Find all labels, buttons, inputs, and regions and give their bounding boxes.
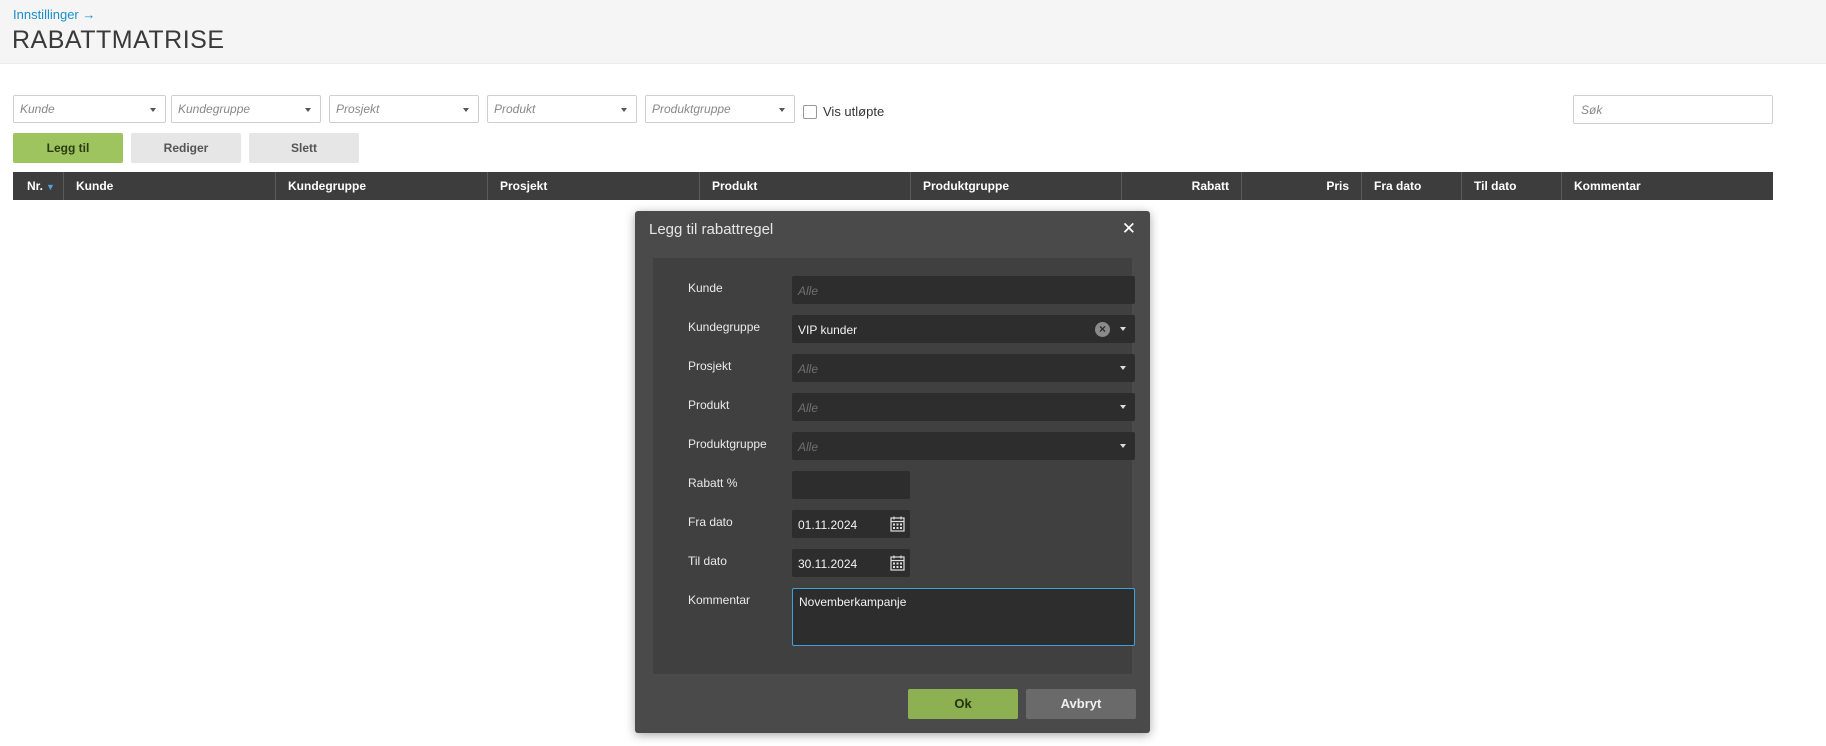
to-date-label: Til dato bbox=[688, 554, 727, 568]
chevron-down-icon[interactable] bbox=[1120, 366, 1126, 370]
product-group-filter-placeholder: Produktgruppe bbox=[652, 102, 731, 116]
clear-icon[interactable]: × bbox=[1095, 322, 1110, 337]
comment-value: Novemberkampanje bbox=[799, 595, 907, 609]
product-filter[interactable]: Produkt bbox=[487, 95, 637, 123]
from-date-value: 01.11.2024 bbox=[798, 518, 858, 532]
column-header-customer[interactable]: Kunde bbox=[64, 172, 276, 200]
chevron-down-icon bbox=[305, 108, 311, 112]
add-button[interactable]: Legg til bbox=[13, 133, 123, 163]
table-header: Nr. ▼ Kunde Kundegruppe Prosjekt Produkt … bbox=[13, 172, 1773, 200]
product-select[interactable]: Alle bbox=[792, 393, 1135, 421]
project-label: Prosjekt bbox=[688, 359, 732, 373]
cancel-button[interactable]: Avbryt bbox=[1026, 689, 1136, 719]
customer-group-select[interactable]: VIP kunder × bbox=[792, 315, 1135, 343]
column-header-discount[interactable]: Rabatt bbox=[1122, 172, 1242, 200]
comment-textarea[interactable]: Novemberkampanje bbox=[792, 588, 1135, 646]
project-filter-placeholder: Prosjekt bbox=[336, 102, 380, 116]
chevron-down-icon[interactable] bbox=[1120, 327, 1126, 331]
page-header: Innstillinger → RABATTMATRISE bbox=[0, 0, 1826, 64]
customer-field[interactable]: Alle bbox=[792, 276, 1135, 304]
breadcrumb-link[interactable]: Innstillinger → bbox=[13, 7, 95, 22]
discount-label: Rabatt % bbox=[688, 476, 738, 490]
customer-label: Kunde bbox=[688, 281, 723, 295]
project-select[interactable]: Alle bbox=[792, 354, 1135, 382]
chevron-down-icon bbox=[463, 108, 469, 112]
dialog-form: Kunde Alle Kundegruppe VIP kunder × Pros… bbox=[653, 258, 1135, 674]
chevron-down-icon[interactable] bbox=[1120, 444, 1126, 448]
delete-button[interactable]: Slett bbox=[249, 133, 359, 163]
project-select-placeholder: Alle bbox=[798, 362, 819, 376]
product-label: Produkt bbox=[688, 398, 730, 412]
search-input[interactable]: Søk bbox=[1573, 95, 1773, 124]
column-header-nr[interactable]: Nr. ▼ bbox=[13, 172, 64, 200]
column-header-price[interactable]: Pris bbox=[1242, 172, 1362, 200]
product-filter-placeholder: Produkt bbox=[494, 102, 536, 116]
customer-field-placeholder: Alle bbox=[798, 284, 819, 298]
comment-label: Kommentar bbox=[688, 593, 751, 607]
edit-button[interactable]: Rediger bbox=[131, 133, 241, 163]
product-select-placeholder: Alle bbox=[798, 401, 819, 415]
dialog-title: Legg til rabattregel bbox=[649, 221, 774, 238]
customer-group-value: VIP kunder bbox=[798, 323, 858, 337]
product-group-filter[interactable]: Produktgruppe bbox=[645, 95, 795, 123]
product-group-select[interactable]: Alle bbox=[792, 432, 1135, 460]
chevron-down-icon[interactable] bbox=[1120, 405, 1126, 409]
discount-input[interactable] bbox=[792, 471, 910, 499]
from-date-label: Fra dato bbox=[688, 515, 733, 529]
column-header-customer-group[interactable]: Kundegruppe bbox=[276, 172, 488, 200]
column-header-from-date[interactable]: Fra dato bbox=[1362, 172, 1462, 200]
product-group-label: Produktgruppe bbox=[688, 437, 767, 451]
from-date-input[interactable]: 01.11.2024 bbox=[792, 510, 910, 538]
to-date-value: 30.11.2024 bbox=[798, 557, 858, 571]
column-header-comment[interactable]: Kommentar bbox=[1562, 172, 1773, 200]
chevron-down-icon bbox=[621, 108, 627, 112]
chevron-down-icon bbox=[779, 108, 785, 112]
show-expired-label[interactable]: Vis utløpte bbox=[823, 104, 884, 119]
calendar-icon[interactable] bbox=[890, 516, 905, 532]
page-title: RABATTMATRISE bbox=[12, 26, 225, 54]
ok-button[interactable]: Ok bbox=[908, 689, 1018, 719]
product-group-select-placeholder: Alle bbox=[798, 440, 819, 454]
column-header-product-group[interactable]: Produktgruppe bbox=[911, 172, 1122, 200]
column-header-to-date[interactable]: Til dato bbox=[1462, 172, 1562, 200]
add-discount-rule-dialog: Legg til rabattregel ✕ Kunde Alle Kundeg… bbox=[635, 211, 1150, 733]
customer-group-label: Kundegruppe bbox=[688, 320, 761, 334]
customer-group-filter[interactable]: Kundegruppe bbox=[171, 95, 321, 123]
chevron-down-icon bbox=[150, 108, 156, 112]
column-nr-label: Nr. bbox=[27, 179, 44, 193]
customer-group-filter-placeholder: Kundegruppe bbox=[178, 102, 251, 116]
customer-filter-placeholder: Kunde bbox=[20, 102, 55, 116]
search-placeholder: Søk bbox=[1581, 103, 1603, 117]
close-icon[interactable]: ✕ bbox=[1122, 219, 1136, 239]
column-header-project[interactable]: Prosjekt bbox=[488, 172, 700, 200]
project-filter[interactable]: Prosjekt bbox=[329, 95, 479, 123]
calendar-icon[interactable] bbox=[890, 555, 905, 571]
column-header-product[interactable]: Produkt bbox=[700, 172, 911, 200]
to-date-input[interactable]: 30.11.2024 bbox=[792, 549, 910, 577]
show-expired-checkbox[interactable] bbox=[803, 105, 817, 119]
sort-down-icon: ▼ bbox=[46, 182, 55, 192]
customer-filter[interactable]: Kunde bbox=[13, 95, 166, 123]
